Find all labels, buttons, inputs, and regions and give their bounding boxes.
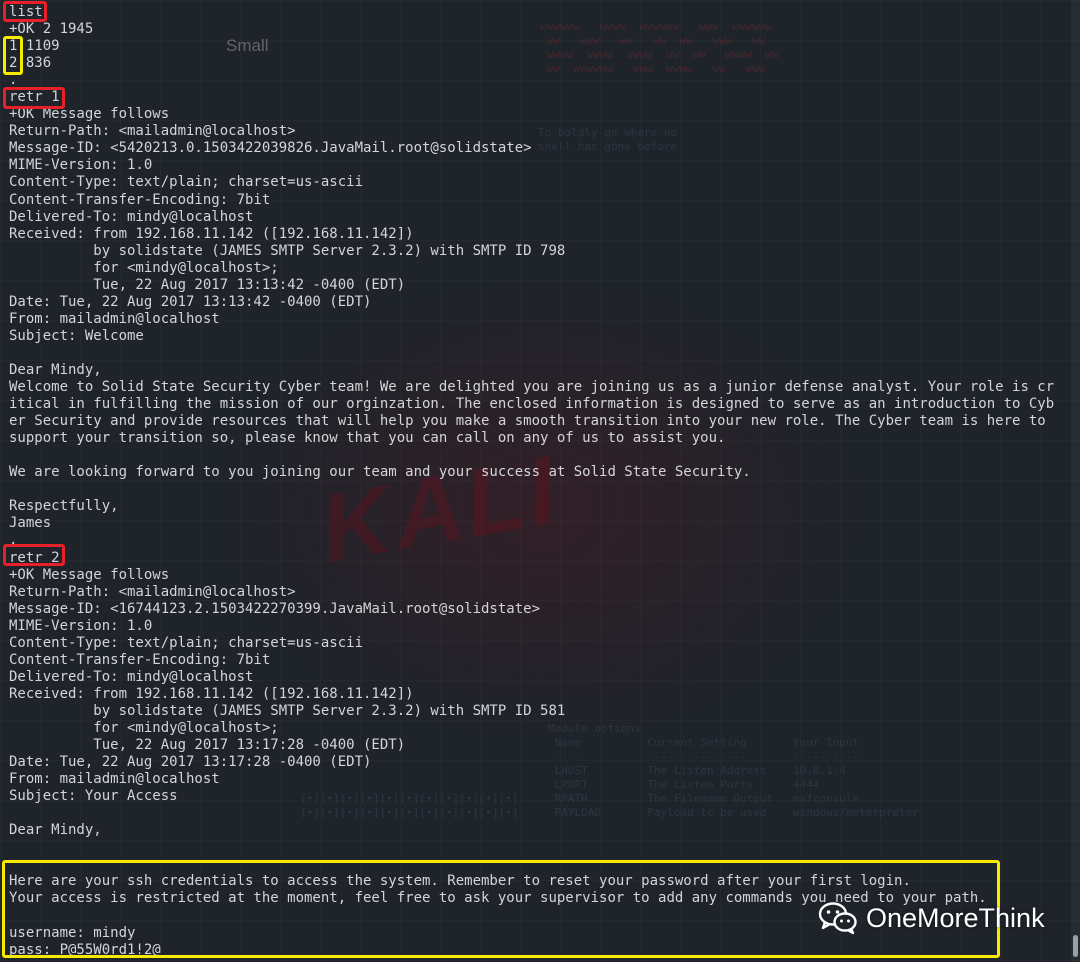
watermark-text: OneMoreThink xyxy=(866,902,1045,933)
terminal-line: Content-Type: text/plain; charset=us-asc… xyxy=(9,174,364,191)
terminal-line: Dear Mindy, xyxy=(9,822,102,839)
highlight-retr2-command xyxy=(3,544,65,566)
terminal-line: retr 2 xyxy=(9,549,60,566)
terminal-line: by solidstate (JAMES SMTP Server 2.3.2) … xyxy=(9,702,566,719)
terminal-line: 2 836 xyxy=(9,55,52,72)
terminal-output[interactable]: list +OK 2 1945 1 1109 2 836. retr 1 +OK Mess… xyxy=(0,0,1080,962)
terminal-line: support your transition so, please know … xyxy=(9,430,726,447)
terminal-line: . xyxy=(9,72,18,89)
terminal-line: for <mindy@localhost>; xyxy=(9,259,279,276)
terminal-line: for <mindy@localhost>; xyxy=(9,719,279,736)
terminal-line: Message-ID: <16744123.2.1503422270399.Ja… xyxy=(9,600,541,617)
terminal-line: list xyxy=(9,4,43,20)
terminal-line: MIME-Version: 1.0 xyxy=(9,157,153,174)
terminal-line: Tue, 22 Aug 2017 13:17:28 -0400 (EDT) xyxy=(9,737,406,754)
terminal-line: Date: Tue, 22 Aug 2017 13:17:28 -0400 (E… xyxy=(9,754,372,771)
terminal-line: James xyxy=(9,515,52,532)
terminal-line: retr 1 xyxy=(9,89,60,106)
terminal-line: 1 1109 xyxy=(9,38,60,55)
highlight-message-numbers xyxy=(3,36,23,75)
terminal-line: Respectfully, xyxy=(9,498,119,515)
highlight-list-command xyxy=(3,1,47,22)
terminal-line: Delivered-To: mindy@localhost xyxy=(9,208,254,225)
terminal-line: Received: from 192.168.11.142 ([192.168.… xyxy=(9,685,414,702)
terminal-line: Delivered-To: mindy@localhost xyxy=(9,668,254,685)
terminal-line: itical in fulfilling the mission of our … xyxy=(9,396,1055,413)
terminal-line: We are looking forward to you joining ou… xyxy=(9,464,751,481)
terminal-line: . xyxy=(9,532,18,549)
terminal-line: Return-Path: <mailadmin@localhost> xyxy=(9,123,296,140)
terminal-line: +OK Message follows xyxy=(9,106,170,123)
terminal-line: er Security and provide resources that w… xyxy=(9,413,1046,430)
scrollbar[interactable] xyxy=(1071,0,1080,962)
terminal-line: Return-Path: <mailadmin@localhost> xyxy=(9,583,296,600)
terminal-line: Content-Transfer-Encoding: 7bit xyxy=(9,191,271,208)
wechat-icon xyxy=(818,902,857,935)
terminal-line: +OK 2 1945 xyxy=(9,21,94,38)
terminal-line: Content-Transfer-Encoding: 7bit xyxy=(9,651,271,668)
terminal-line: Date: Tue, 22 Aug 2017 13:13:42 -0400 (E… xyxy=(9,293,372,310)
terminal-line: Received: from 192.168.11.142 ([192.168.… xyxy=(9,225,414,242)
watermark: OneMoreThink xyxy=(818,898,1045,938)
terminal-line: From: mailadmin@localhost xyxy=(9,310,220,327)
terminal-line: Tue, 22 Aug 2017 13:13:42 -0400 (EDT) xyxy=(9,276,406,293)
terminal-line: From: mailadmin@localhost xyxy=(9,771,220,788)
terminal-line: Dear Mindy, xyxy=(9,361,102,378)
scrollbar-thumb[interactable] xyxy=(1073,935,1078,957)
highlight-retr1-command xyxy=(3,87,65,109)
terminal-line: MIME-Version: 1.0 xyxy=(9,617,153,634)
terminal-line: Content-Type: text/plain; charset=us-asc… xyxy=(9,634,364,651)
terminal-line: Welcome to Solid State Security Cyber te… xyxy=(9,379,1055,396)
terminal-line: Subject: Your Access xyxy=(9,788,178,805)
terminal-line: Subject: Welcome xyxy=(9,327,144,344)
terminal-line: Message-ID: <5420213.0.1503422039826.Jav… xyxy=(9,140,532,157)
terminal-line: by solidstate (JAMES SMTP Server 2.3.2) … xyxy=(9,242,566,259)
terminal-line: +OK Message follows xyxy=(9,566,170,583)
